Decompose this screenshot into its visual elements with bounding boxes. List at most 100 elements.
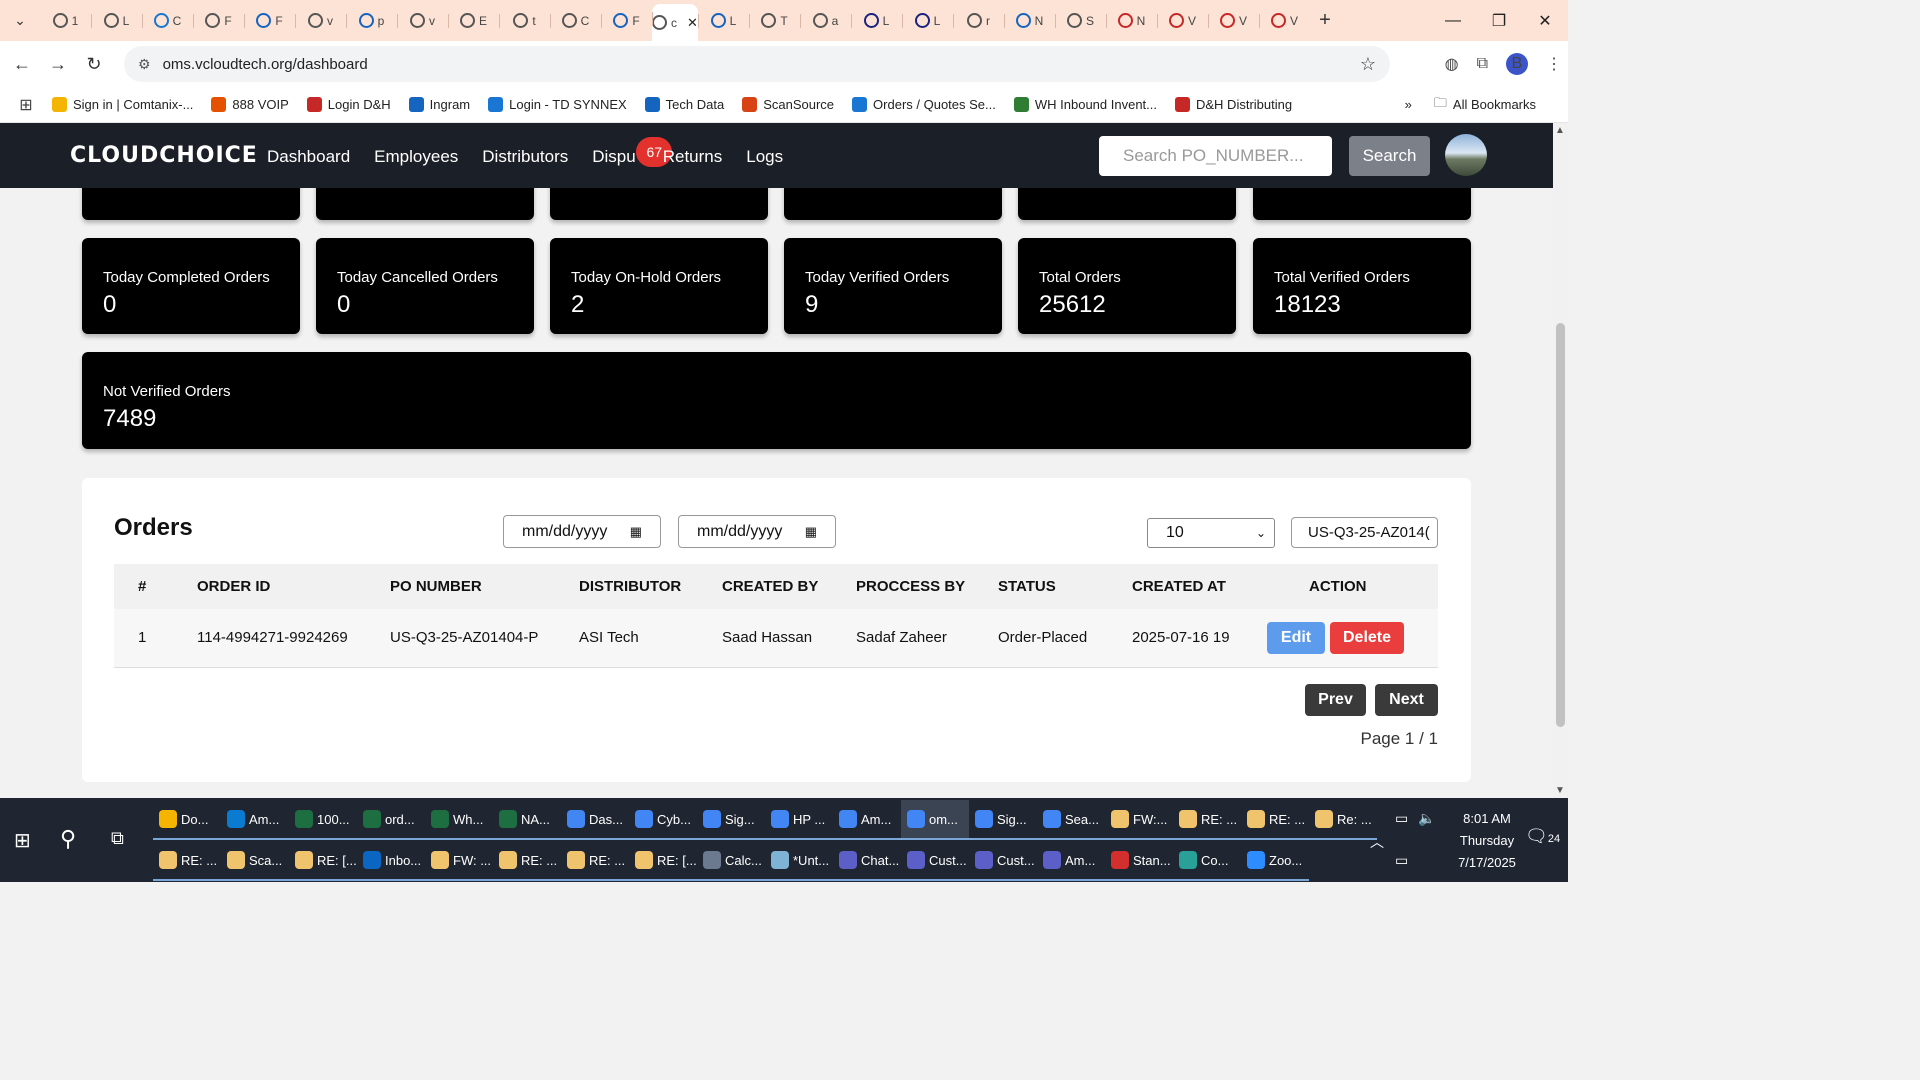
bookmark-star-icon[interactable]: ☆ — [1360, 54, 1376, 75]
taskbar-app[interactable]: Co... — [1173, 841, 1241, 881]
forward-icon[interactable]: → — [40, 46, 76, 82]
nav-employees[interactable]: Employees — [374, 147, 458, 167]
tab-search-dropdown-icon[interactable]: ⌄ — [0, 0, 40, 41]
taskbar-app[interactable]: RE: ... — [493, 841, 561, 881]
taskbar-search-icon[interactable]: ⚲ — [60, 826, 76, 852]
browser-tab[interactable]: v — [295, 6, 346, 36]
taskbar-app[interactable]: Re: ... — [1309, 800, 1377, 840]
browser-tab[interactable]: a — [800, 6, 851, 36]
browser-tab[interactable]: N — [1004, 6, 1055, 36]
browser-tab[interactable]: C — [550, 6, 601, 36]
taskbar-app[interactable]: Am... — [221, 800, 289, 840]
calendar-icon[interactable]: ▦ — [630, 524, 642, 540]
taskbar-app[interactable]: Cust... — [901, 841, 969, 881]
bookmark-item[interactable]: 888 VOIP — [211, 97, 289, 112]
bookmark-item[interactable]: Ingram — [408, 97, 470, 112]
menu-kebab-icon[interactable]: ⋮ — [1546, 54, 1562, 74]
browser-tab[interactable]: C — [142, 6, 193, 36]
browser-tab[interactable]: E — [448, 6, 499, 36]
browser-tab[interactable]: V — [1208, 6, 1259, 36]
taskbar-app[interactable]: Am... — [1037, 841, 1105, 881]
bookmark-item[interactable]: D&H Distributing — [1175, 97, 1292, 112]
user-avatar[interactable] — [1445, 134, 1487, 176]
restore-icon[interactable]: ❐ — [1476, 0, 1522, 41]
taskbar-app[interactable]: *Unt... — [765, 841, 833, 881]
search-button[interactable]: Search — [1349, 136, 1430, 176]
notifications-icon[interactable]: 🗨24 — [1525, 826, 1560, 847]
tray-overflow-icon[interactable]: ︿ — [1370, 832, 1384, 852]
network-icon[interactable]: ▭ — [1395, 852, 1408, 869]
po-filter-input[interactable]: US-Q3-25-AZ014( — [1291, 517, 1438, 548]
taskbar-app[interactable]: om... — [901, 800, 969, 840]
browser-tab[interactable]: T — [749, 6, 800, 36]
browser-tab[interactable]: N — [1106, 6, 1157, 36]
taskbar-app[interactable]: FW:... — [1105, 800, 1173, 840]
browser-tab[interactable]: F — [193, 6, 244, 36]
bookmark-item[interactable]: Sign in | Comtanix-... — [52, 97, 193, 112]
page-size-select[interactable]: 10 ⌄ — [1147, 518, 1275, 548]
taskbar-app[interactable]: RE: ... — [1173, 800, 1241, 840]
task-view-icon[interactable]: ⧉ — [111, 828, 124, 849]
reload-icon[interactable]: ↻ — [76, 46, 112, 82]
bookmark-item[interactable]: ScanSource — [742, 97, 834, 112]
taskbar-app[interactable]: RE: ... — [561, 841, 629, 881]
taskbar-app[interactable]: Sea... — [1037, 800, 1105, 840]
taskbar-app[interactable]: Zoo... — [1241, 841, 1309, 881]
windows-start-icon[interactable]: ⊞ — [14, 828, 31, 853]
taskbar-app[interactable]: Stan... — [1105, 841, 1173, 881]
po-search-input[interactable]: Search PO_NUMBER... — [1099, 136, 1332, 176]
taskbar-app[interactable]: ord... — [357, 800, 425, 840]
edit-button[interactable]: Edit — [1267, 621, 1325, 654]
browser-tab[interactable]: t — [499, 6, 550, 36]
taskbar-app[interactable]: NA... — [493, 800, 561, 840]
nav-returns[interactable]: Returns — [663, 147, 723, 167]
volume-icon[interactable]: 🔈 — [1418, 810, 1435, 827]
page-scrollbar[interactable]: ▲ ▼ — [1553, 123, 1568, 798]
browser-tab[interactable]: V — [1157, 6, 1208, 36]
minimize-icon[interactable]: — — [1430, 0, 1476, 41]
cloudchoice-logo[interactable]: CLOUDCHOICE — [70, 143, 258, 168]
back-icon[interactable]: ← — [4, 46, 40, 82]
nav-logs[interactable]: Logs — [746, 147, 783, 167]
browser-tab[interactable]: F — [601, 6, 652, 36]
profile-avatar[interactable]: B — [1506, 53, 1528, 75]
browser-tab[interactable]: L — [698, 6, 749, 36]
bookmark-item[interactable]: Login D&H — [306, 97, 391, 112]
taskbar-app[interactable]: HP ... — [765, 800, 833, 840]
taskbar-app[interactable]: RE: ... — [1241, 800, 1309, 840]
browser-tab[interactable]: p — [346, 6, 397, 36]
calendar-icon[interactable]: ▦ — [805, 524, 817, 540]
address-bar[interactable]: ⚙ oms.vcloudtech.org/dashboard ☆ — [124, 46, 1390, 82]
bookmark-item[interactable]: Tech Data — [644, 97, 724, 112]
close-window-icon[interactable]: ✕ — [1522, 0, 1568, 41]
browser-tab[interactable]: c ✕ — [652, 4, 698, 41]
nav-disputes[interactable]: Dispu 67 — [592, 137, 673, 167]
close-tab-icon[interactable]: ✕ — [687, 15, 698, 31]
more-bookmarks-icon[interactable]: » — [1405, 97, 1412, 112]
browser-tab[interactable]: v — [397, 6, 448, 36]
browser-tab[interactable]: 1 — [40, 6, 91, 36]
browser-tab[interactable]: S — [1055, 6, 1106, 36]
scroll-up-icon[interactable]: ▲ — [1555, 125, 1565, 136]
taskbar-app[interactable]: Sig... — [697, 800, 765, 840]
taskbar-app[interactable]: Cust... — [969, 841, 1037, 881]
taskbar-app[interactable]: Sig... — [969, 800, 1037, 840]
taskbar-app[interactable]: Do... — [153, 800, 221, 840]
end-date-input[interactable]: mm/dd/yyyy ▦ — [678, 515, 836, 548]
apps-grid-icon[interactable]: ⊞ — [0, 95, 52, 115]
taskbar-app[interactable]: RE: [... — [289, 841, 357, 881]
bookmark-item[interactable]: Login - TD SYNNEX — [488, 97, 627, 112]
all-bookmarks[interactable]: 🗀 All Bookmarks — [1434, 94, 1536, 116]
taskbar-app[interactable]: FW: ... — [425, 841, 493, 881]
browser-tab[interactable]: L — [902, 6, 953, 36]
taskbar-app[interactable]: Wh... — [425, 800, 493, 840]
taskbar-clock[interactable]: 8:01 AM Thursday 7/17/2025 — [1447, 808, 1527, 874]
next-button[interactable]: Next — [1375, 684, 1438, 716]
start-date-input[interactable]: mm/dd/yyyy ▦ — [503, 515, 661, 548]
taskbar-app[interactable]: RE: ... — [153, 841, 221, 881]
new-tab-button[interactable]: + — [1310, 9, 1340, 32]
browser-tab[interactable]: L — [91, 6, 142, 36]
taskbar-app[interactable]: Chat... — [833, 841, 901, 881]
nav-dashboard[interactable]: Dashboard — [267, 147, 350, 167]
taskbar-app[interactable]: Cyb... — [629, 800, 697, 840]
